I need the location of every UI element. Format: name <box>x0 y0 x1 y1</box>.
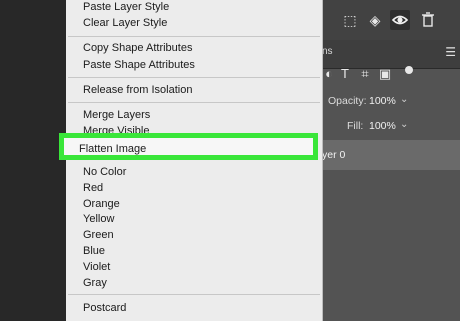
menu-item-no-color[interactable]: No Color <box>83 165 126 179</box>
opacity-value[interactable]: 100% <box>369 95 396 107</box>
fill-label: Fill: <box>347 120 364 132</box>
menu-separator <box>68 77 320 78</box>
canvas-area <box>0 0 66 321</box>
menu-item-merge-layers[interactable]: Merge Layers <box>83 108 150 122</box>
menu-item-clear-layer-style[interactable]: Clear Layer Style <box>83 16 167 30</box>
text-filter-icon[interactable]: T <box>338 66 352 82</box>
menu-item-red[interactable]: Red <box>83 181 103 195</box>
layer-name: yer 0 <box>322 149 346 161</box>
tab-layers[interactable]: ns <box>322 46 333 57</box>
opacity-control: Opacity: 100% ⌄ <box>322 93 460 111</box>
menu-item-paste-layer-style[interactable]: Paste Layer Style <box>83 0 169 14</box>
panel-tabs: ns ☰ <box>322 40 460 69</box>
menu-item-green[interactable]: Green <box>83 228 114 242</box>
layers-panel: ⬚ ◈ ns ☰ ◐ T ⌗ ▣ Opacity: 100% ⌄ Fill: 1… <box>322 0 460 321</box>
menu-item-flatten-image[interactable]: Flatten Image <box>59 133 318 160</box>
trash-icon[interactable] <box>418 10 438 30</box>
transform-icon[interactable]: ◈ <box>365 10 385 30</box>
fill-value[interactable]: 100% <box>369 120 396 132</box>
chevron-down-icon[interactable]: ⌄ <box>400 94 408 105</box>
layer-row[interactable]: yer 0 <box>322 140 460 170</box>
chevron-down-icon[interactable]: ⌄ <box>400 119 408 130</box>
grid-select-icon[interactable]: ⬚ <box>340 10 360 30</box>
pixel-dot-icon[interactable] <box>405 66 413 74</box>
menu-item-blue[interactable]: Blue <box>83 244 105 258</box>
shape-filter-icon[interactable]: ⌗ <box>358 66 372 82</box>
menu-item-yellow[interactable]: Yellow <box>83 212 114 226</box>
panel-menu-icon[interactable]: ☰ <box>445 46 456 58</box>
visibility-eye-icon[interactable] <box>390 10 410 30</box>
layer-filter-row: ◐ T ⌗ ▣ <box>322 66 460 86</box>
menu-item-merge-visible[interactable]: Merge Visible <box>83 124 203 133</box>
menu-item-paste-shape-attributes[interactable]: Paste Shape Attributes <box>83 58 195 72</box>
menu-separator <box>68 36 320 37</box>
menu-item-release-from-isolation[interactable]: Release from Isolation <box>83 83 192 97</box>
menu-item-violet[interactable]: Violet <box>83 260 110 274</box>
menu-separator <box>68 102 320 103</box>
adjustment-filter-icon[interactable]: ◐ <box>322 66 336 82</box>
panel-toolbar: ⬚ ◈ <box>322 0 460 40</box>
flatten-image-label: Flatten Image <box>79 143 147 155</box>
menu-item-gray[interactable]: Gray <box>83 276 107 290</box>
smart-object-filter-icon[interactable]: ▣ <box>378 66 392 82</box>
menu-separator <box>68 294 320 295</box>
menu-item-postcard[interactable]: Postcard <box>83 301 126 315</box>
fill-control: Fill: 100% ⌄ <box>322 118 460 136</box>
menu-item-copy-shape-attributes[interactable]: Copy Shape Attributes <box>83 41 192 55</box>
menu-item-orange[interactable]: Orange <box>83 197 120 211</box>
opacity-label: Opacity: <box>328 95 367 107</box>
